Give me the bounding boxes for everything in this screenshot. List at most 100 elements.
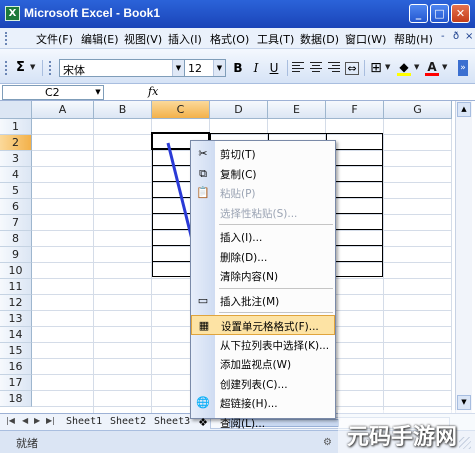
row-header-14[interactable]: 14 (0, 327, 32, 343)
fill-color-icon[interactable]: ◆ (396, 60, 412, 76)
row-header-18[interactable]: 18 (0, 391, 32, 407)
menu-item-3[interactable]: 插入(I) (168, 31, 202, 47)
context-menu-item-0[interactable]: ✂ 剪切(T) (191, 144, 335, 164)
scroll-up-icon[interactable]: ▲ (457, 102, 471, 117)
row-header-7[interactable]: 7 (0, 215, 32, 231)
font-color-dropdown-icon[interactable]: ▼ (442, 63, 447, 71)
borders-dropdown-icon[interactable]: ▼ (385, 63, 390, 71)
row-header-13[interactable]: 13 (0, 311, 32, 327)
row-header-6[interactable]: 6 (0, 199, 32, 215)
row-header-5[interactable]: 5 (0, 183, 32, 199)
tab-sheet2[interactable]: Sheet2 (110, 416, 146, 427)
menu-item-6[interactable]: 数据(D) (300, 31, 339, 47)
row-header-15[interactable]: 15 (0, 343, 32, 359)
align-right-icon[interactable] (328, 62, 340, 73)
row-header-1[interactable]: 1 (0, 119, 32, 135)
menu-item-4[interactable]: 格式(O) (210, 31, 249, 47)
column-header-e[interactable]: E (268, 101, 326, 119)
autosum-dropdown-icon[interactable]: ▼ (30, 63, 35, 71)
underline-button[interactable]: U (266, 60, 282, 76)
italic-button[interactable]: I (248, 60, 264, 76)
menu-item-5[interactable]: 工具(T) (257, 31, 294, 47)
vertical-scrollbar[interactable]: ▲ ▼ (455, 101, 472, 413)
context-menu-item-9[interactable]: ▭ 插入批注(M) (191, 291, 335, 311)
autosum-icon[interactable]: Σ (16, 60, 25, 75)
context-menu-item-11[interactable]: ▦ 设置单元格格式(F)... (191, 315, 335, 335)
insert-function-icon[interactable]: fx (148, 85, 158, 98)
align-center-icon[interactable] (310, 62, 322, 73)
menu-item-1[interactable]: 编辑(E) (81, 31, 119, 47)
row-header-16[interactable]: 16 (0, 359, 32, 375)
minimize-button[interactable]: _ (409, 4, 428, 23)
close-button[interactable]: ✕ (451, 4, 470, 23)
menu-item-0[interactable]: 文件(F) (36, 31, 73, 47)
chevron-down-icon[interactable]: ▼ (93, 86, 103, 99)
menu-item-8[interactable]: 帮助(H) (394, 31, 433, 47)
font-name-select[interactable]: 宋体 ▼ (59, 59, 185, 77)
align-left-icon[interactable] (292, 62, 304, 73)
select-all-corner[interactable] (0, 101, 32, 119)
font-name-value: 宋体 (63, 64, 85, 77)
context-menu-item-6[interactable]: 删除(D)... (191, 247, 335, 267)
tab-sheet1[interactable]: Sheet1 (66, 416, 102, 427)
bold-button[interactable]: B (230, 60, 246, 76)
context-menu-item-16[interactable]: ❖ 查阅(L)... (191, 413, 335, 433)
context-menu: ✂ 剪切(T) ⧉ 复制(C) 📋 粘贴(P) 选择性粘贴(S)... 插入(I)... 删除(… (190, 140, 336, 430)
merge-center-icon[interactable]: ⇔ (345, 62, 359, 75)
context-menu-item-14[interactable]: 创建列表(C)... (191, 374, 335, 394)
column-header-f[interactable]: F (326, 101, 384, 119)
formatting-toolbar: Σ ▼ 宋体 ▼ 12 ▼ B I U ⇔ ⊞ ▼ ◆ ▼ A ▼ » (0, 49, 475, 84)
row-header-9[interactable]: 9 (0, 247, 32, 263)
context-menu-label: 粘贴(P) (220, 188, 256, 200)
first-sheet-icon[interactable]: |◀ (6, 416, 15, 425)
menu-item-2[interactable]: 视图(V) (124, 31, 162, 47)
column-header-g[interactable]: G (384, 101, 452, 119)
status-text: 就绪 (16, 437, 38, 450)
context-menu-item-5[interactable]: 插入(I)... (191, 227, 335, 247)
row-header-4[interactable]: 4 (0, 167, 32, 183)
context-menu-item-13[interactable]: 添加监视点(W) (191, 354, 335, 374)
font-size-value: 12 (188, 62, 202, 75)
row-header-11[interactable]: 11 (0, 279, 32, 295)
row-header-8[interactable]: 8 (0, 231, 32, 247)
window-control-11[interactable]: × (465, 31, 473, 42)
toolbar-grip-handle[interactable] (5, 61, 9, 75)
name-box[interactable]: C2 ▼ (2, 85, 104, 100)
paste-icon: 📋 (196, 186, 210, 199)
toolbar-divider (364, 60, 365, 76)
borders-icon[interactable]: ⊞ (368, 60, 384, 76)
excel-app-icon[interactable]: X (5, 6, 20, 21)
fill-color-dropdown-icon[interactable]: ▼ (414, 63, 419, 71)
maximize-button[interactable]: □ (430, 4, 449, 23)
context-menu-item-1[interactable]: ⧉ 复制(C) (191, 164, 335, 184)
row-header-2[interactable]: 2 (0, 135, 32, 151)
toolbar-options-icon[interactable]: » (458, 60, 468, 76)
menu-item-7[interactable]: 窗口(W) (345, 31, 386, 47)
toolbar-grip-handle[interactable] (49, 61, 53, 75)
prev-sheet-icon[interactable]: ◀ (22, 416, 28, 425)
next-sheet-icon[interactable]: ▶ (34, 416, 40, 425)
context-menu-item-7[interactable]: 清除内容(N) (191, 266, 335, 286)
font-color-icon[interactable]: A (424, 60, 440, 76)
row-header-12[interactable]: 12 (0, 295, 32, 311)
row-header-17[interactable]: 17 (0, 375, 32, 391)
column-header-c[interactable]: C (152, 101, 210, 119)
context-menu-item-12[interactable]: 从下拉列表中选择(K)... (191, 335, 335, 355)
chevron-down-icon[interactable]: ▼ (172, 60, 184, 76)
row-header-3[interactable]: 3 (0, 151, 32, 167)
menu-grip-handle[interactable] (5, 32, 9, 45)
context-menu-label: 查阅(L)... (220, 417, 266, 430)
column-header-b[interactable]: B (94, 101, 152, 119)
scroll-down-icon[interactable]: ▼ (457, 395, 471, 410)
window-control-10[interactable]: ð (453, 31, 459, 42)
window-control-9[interactable]: - (441, 31, 445, 42)
font-size-select[interactable]: 12 ▼ (184, 59, 226, 77)
tab-sheet3[interactable]: Sheet3 (154, 416, 190, 427)
column-header-a[interactable]: A (32, 101, 94, 119)
last-sheet-icon[interactable]: ▶| (46, 416, 55, 425)
context-menu-item-2: 📋 粘贴(P) (191, 183, 335, 203)
row-header-10[interactable]: 10 (0, 263, 32, 279)
column-header-d[interactable]: D (210, 101, 268, 119)
chevron-down-icon[interactable]: ▼ (213, 60, 225, 76)
context-menu-item-15[interactable]: 🌐 超链接(H)... (191, 393, 335, 413)
